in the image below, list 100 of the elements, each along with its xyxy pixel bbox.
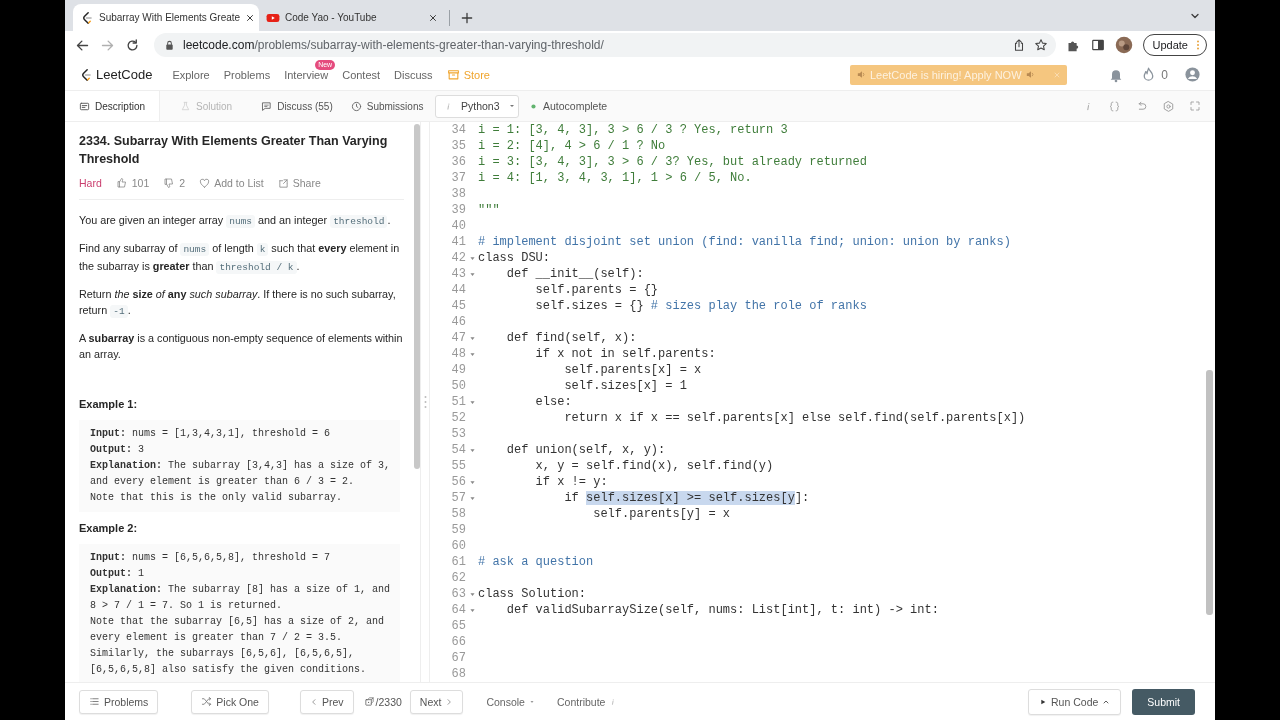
- flask-icon: [180, 100, 192, 112]
- nav-link[interactable]: Contest: [342, 68, 381, 81]
- problem-counter: /2330: [375, 695, 402, 708]
- reload-icon[interactable]: [125, 37, 140, 53]
- panel-tab[interactable]: Discuss (55): [252, 91, 342, 121]
- share-button[interactable]: Share: [277, 177, 321, 189]
- avatar-icon[interactable]: [1114, 36, 1133, 54]
- dislike-button[interactable]: 2: [163, 177, 186, 189]
- like-button[interactable]: 101: [115, 177, 150, 189]
- fold-arrow-icon[interactable]: [468, 398, 476, 406]
- browser-tab[interactable]: Subarray With Elements Greate: [73, 4, 259, 31]
- line-number: 52: [450, 411, 466, 425]
- comment-icon: [261, 100, 273, 112]
- code-line: i = 4: [1, 3, 4, 3, 1], 1 > 6 / 5, No.: [478, 171, 752, 185]
- scrollbar[interactable]: [1206, 370, 1213, 615]
- user-icon[interactable]: [1184, 66, 1201, 83]
- speaker-icon: [855, 69, 867, 80]
- code-line: if x not in self.parents:: [534, 347, 716, 361]
- fold-arrow-icon[interactable]: [468, 254, 476, 262]
- chevron-right-icon: [445, 697, 454, 706]
- fold-arrow-icon[interactable]: [468, 334, 476, 342]
- submit-button[interactable]: Submit: [1132, 688, 1195, 715]
- line-number: 68: [450, 667, 466, 681]
- drag-handle-icon[interactable]: [423, 395, 427, 409]
- panel-tab[interactable]: Description: [65, 91, 161, 121]
- line-number: 66: [450, 635, 466, 649]
- code-line: if self.sizes[x] >= self.sizes[y]:: [563, 491, 810, 505]
- thumbs-down-icon: [163, 177, 176, 189]
- code-line: self.parents[x] = x: [563, 363, 702, 377]
- braces-icon[interactable]: [1108, 99, 1121, 113]
- code-line: i = 2: [4], 4 > 6 / 1 ? No: [478, 139, 666, 153]
- problems-button[interactable]: Problems: [79, 689, 159, 714]
- example-line: [6,5,6,5,8] also satisfy the given conditions.: [90, 663, 368, 677]
- line-number: 48: [450, 347, 466, 361]
- fold-arrow-icon[interactable]: [468, 350, 476, 358]
- example-line: Output: 3: [90, 443, 146, 457]
- line-number: 65: [450, 619, 466, 633]
- heart-icon: [199, 177, 211, 189]
- star-icon[interactable]: [1033, 38, 1048, 52]
- browser-tab[interactable]: Code Yao - YouTube: [259, 4, 445, 31]
- code-line: self.parents[y] = x: [592, 507, 731, 521]
- code-line: i = 1: [3, 4, 3], 3 > 6 / 3 ? Yes, return 3: [478, 123, 788, 137]
- run-code-button[interactable]: Run Code: [1028, 688, 1122, 715]
- line-number: 49: [450, 363, 466, 377]
- line-number: 50: [450, 379, 466, 393]
- nav-link[interactable]: Interview: [284, 68, 329, 81]
- example-line: Explanation: The subarray [8] has a size of 1, and: [90, 583, 392, 597]
- line-number: 60: [450, 539, 466, 553]
- code-line: return x if x == self.parents[x] else self.find(self.parents[x]): [563, 411, 1026, 425]
- line-number: 40: [450, 219, 466, 233]
- close-icon[interactable]: [245, 12, 256, 23]
- fold-arrow-icon[interactable]: [468, 494, 476, 502]
- example-line: Note that the subarray [6,5] has a size of 2, and: [90, 615, 386, 629]
- fold-arrow-icon[interactable]: [468, 478, 476, 486]
- settings-icon[interactable]: [1162, 99, 1175, 113]
- code-line: self.sizes = {} # sizes play the role of ranks: [534, 299, 867, 313]
- line-number: 62: [450, 571, 466, 585]
- fullscreen-icon[interactable]: [1189, 100, 1201, 112]
- next-button[interactable]: Next: [409, 689, 464, 714]
- dice-icon[interactable]: [363, 696, 375, 707]
- line-number: 37: [450, 171, 466, 185]
- line-number: 67: [450, 651, 466, 665]
- leetcode-logo-icon: [80, 10, 94, 25]
- prev-button[interactable]: Prev: [299, 689, 354, 714]
- code-line: # ask a question: [478, 555, 594, 569]
- line-number: 63: [450, 587, 466, 601]
- code-line: self.parents = {}: [534, 283, 659, 297]
- code-line: x, y = self.find(x), self.find(y): [534, 459, 774, 473]
- side-panel-icon[interactable]: [1090, 38, 1105, 52]
- fold-arrow-icon[interactable]: [468, 270, 476, 278]
- language-select[interactable]: Python3: [435, 94, 519, 118]
- line-number: 42: [450, 251, 466, 265]
- code-line: class DSU:: [478, 251, 550, 265]
- pick-one-button[interactable]: Pick One: [191, 689, 269, 714]
- nav-link[interactable]: Problems: [223, 68, 271, 81]
- new-tab-icon[interactable]: [460, 11, 474, 25]
- line-number: 64: [450, 603, 466, 617]
- console-button[interactable]: Console: [486, 695, 535, 708]
- nav-link[interactable]: Explore: [172, 68, 210, 81]
- address-bar[interactable]: leetcode.com/problems/subarray-with-elements-greater-than-varying-threshold/: [154, 33, 1056, 57]
- fold-arrow-icon[interactable]: [468, 606, 476, 614]
- close-icon[interactable]: [428, 12, 438, 23]
- fold-arrow-icon[interactable]: [468, 590, 476, 598]
- nav-link[interactable]: Discuss: [394, 68, 433, 81]
- autocomplete-toggle[interactable]: Autocomplete: [531, 100, 608, 112]
- code-line: # implement disjoint set union (find: vanilla find; union: union by ranks): [478, 235, 1011, 249]
- line-number: 46: [450, 315, 466, 329]
- code-line: def union(self, x, y):: [505, 443, 666, 457]
- contribute-button[interactable]: Contribute: [556, 695, 618, 708]
- code-line: """: [478, 203, 500, 217]
- line-number: 44: [450, 283, 466, 297]
- line-number: 45: [450, 299, 466, 313]
- problem-title: 2334. Subarray With Elements Greater Than Varying Threshold: [79, 133, 389, 168]
- panel-tab[interactable]: Submissions: [341, 91, 433, 121]
- leetcode-logo[interactable]: LeetCode: [79, 65, 153, 84]
- line-number: 35: [450, 139, 466, 153]
- add-to-list-button[interactable]: Add to List: [199, 177, 264, 189]
- fold-arrow-icon[interactable]: [468, 446, 476, 454]
- scrollbar[interactable]: [414, 124, 420, 469]
- example-line: Similarly, the subarrays [6,5,6], [6,5,6,5],: [90, 647, 356, 661]
